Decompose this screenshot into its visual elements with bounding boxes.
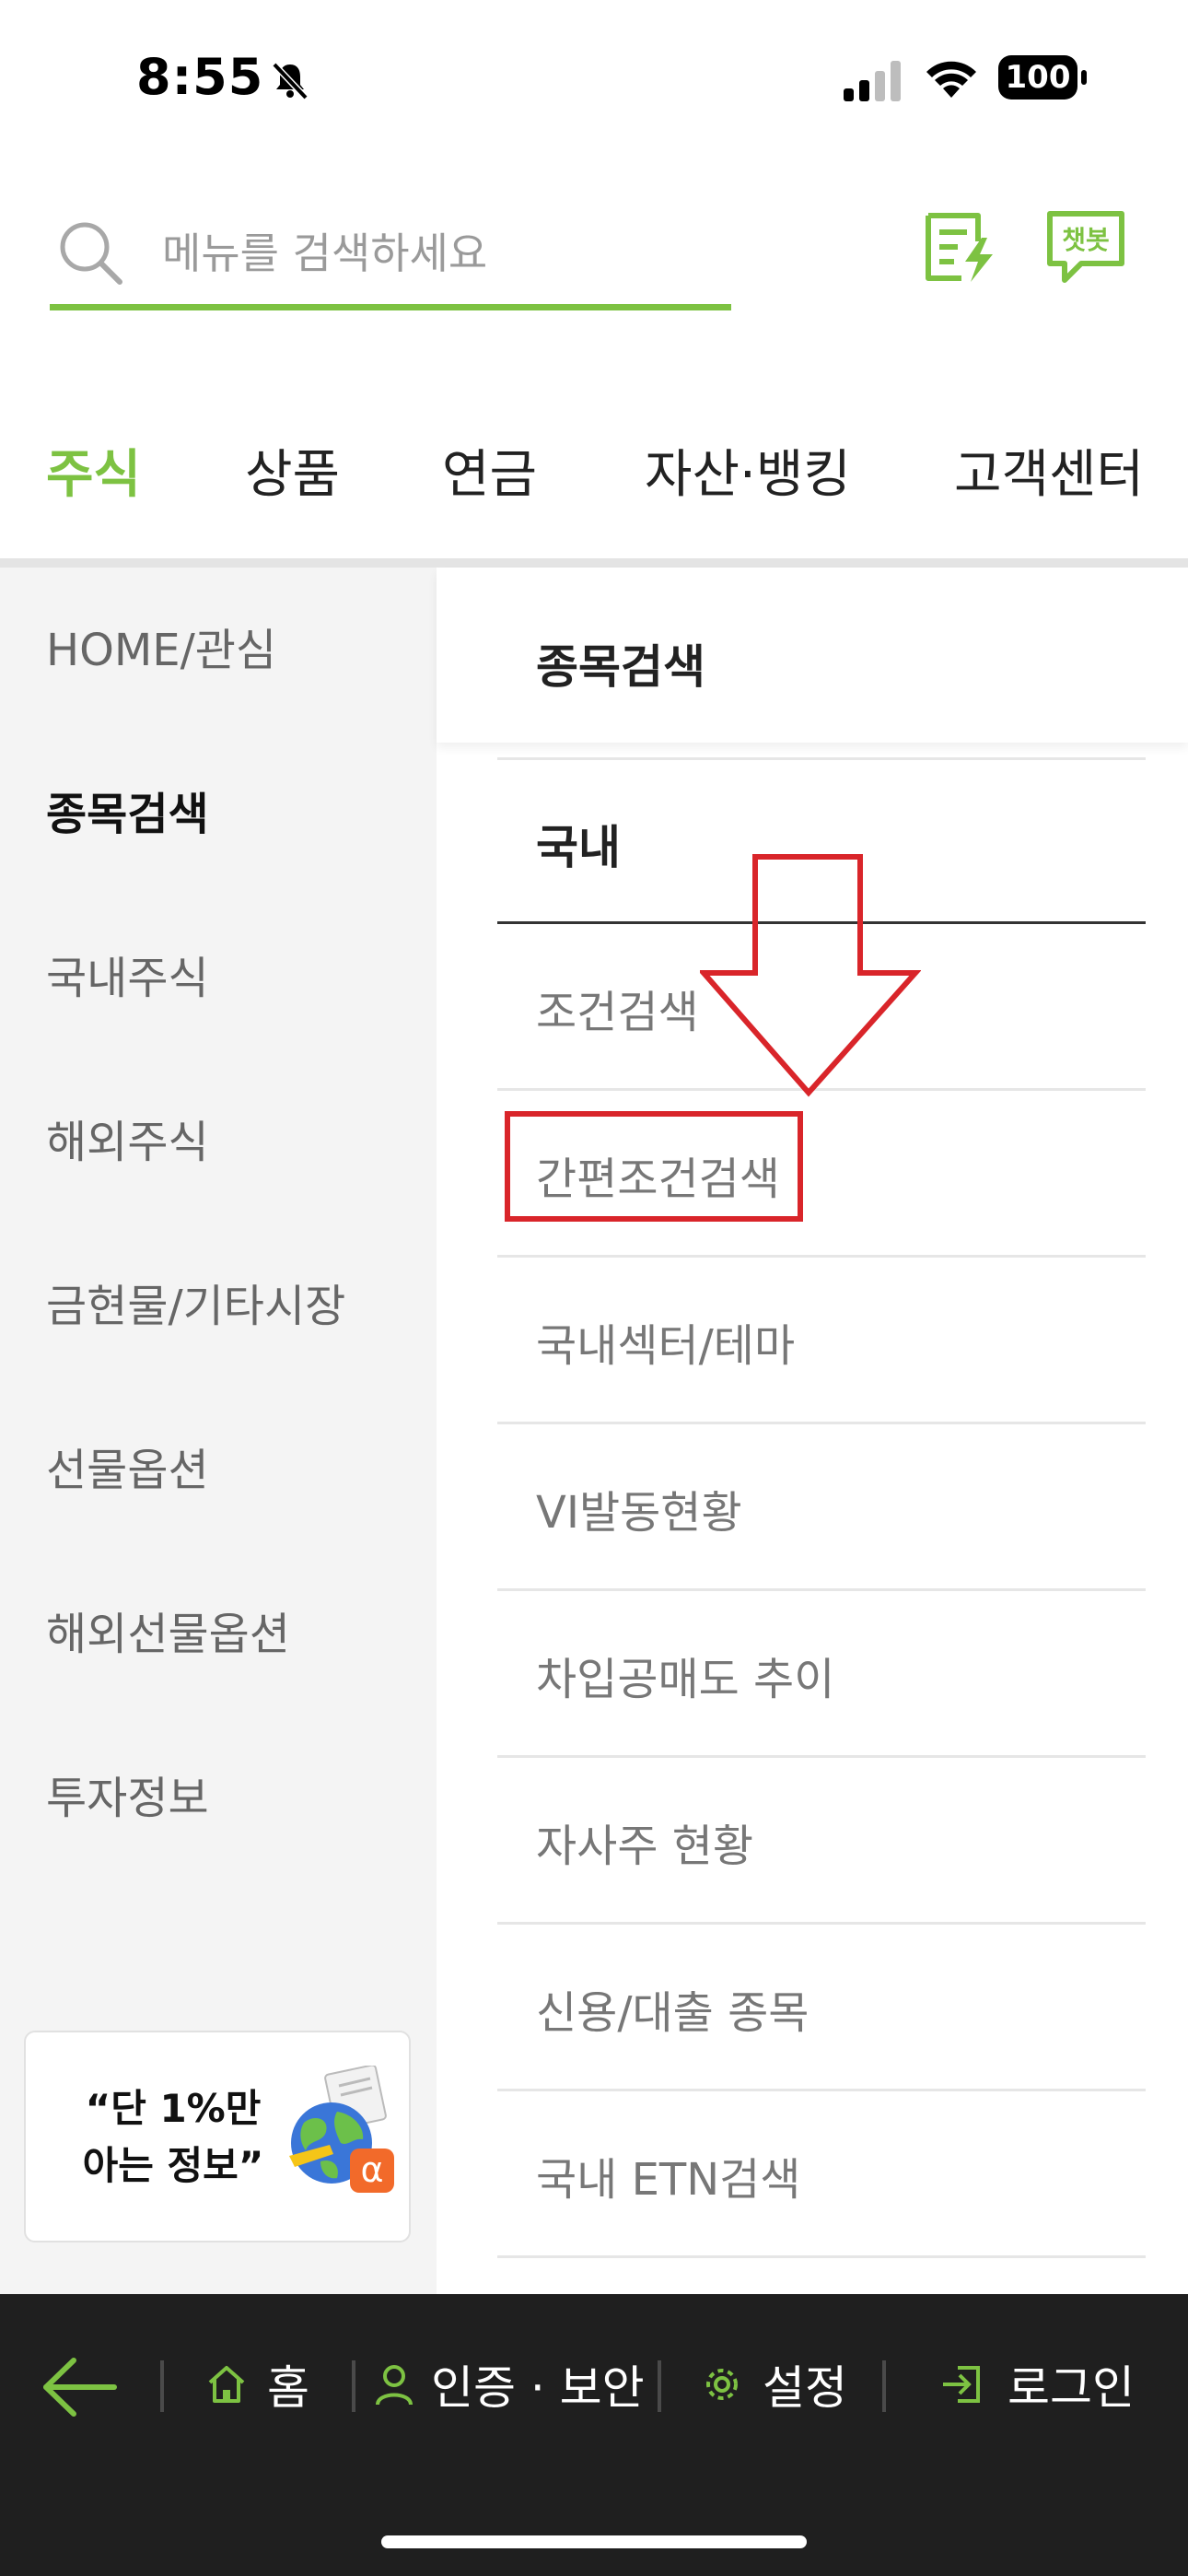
search-underline xyxy=(50,304,731,310)
menu-item-label: 자사주 현황 xyxy=(536,1821,754,1872)
highlight-box xyxy=(505,1111,803,1222)
arrow-down-annotation xyxy=(700,854,921,1097)
section-title: 국내 xyxy=(536,821,621,874)
search-input[interactable] xyxy=(160,214,716,293)
silent-mode-icon xyxy=(272,62,309,100)
status-time: 8:55 xyxy=(136,48,264,106)
nav-login[interactable]: 로그인 xyxy=(939,2348,1142,2421)
search-icon xyxy=(60,222,122,285)
left-menu-item-gold-other[interactable]: 금현물/기타시장 xyxy=(46,1270,345,1334)
status-bar: 8:55 100 xyxy=(0,0,1188,157)
left-menu-item-domestic-stocks[interactable]: 국내주식 xyxy=(46,942,209,1006)
nav-auth-label: 인증 · 보안 xyxy=(431,2361,645,2415)
menu-item-label: 조건검색 xyxy=(536,987,699,1038)
svg-text:α: α xyxy=(360,2149,383,2190)
menu-item-vi-status[interactable]: VI발동현황 xyxy=(497,1424,1146,1591)
tab-pension[interactable]: 연금 xyxy=(442,433,537,508)
home-icon xyxy=(208,2366,245,2403)
nav-auth-security[interactable]: 인증 · 보안 xyxy=(372,2348,648,2421)
nav-login-label: 로그인 xyxy=(1007,2361,1135,2415)
user-icon xyxy=(376,2365,413,2406)
left-menu-item-home[interactable]: HOME/관심 xyxy=(46,614,276,678)
tab-products[interactable]: 상품 xyxy=(245,433,340,508)
globe-alpha-icon: α xyxy=(289,2066,394,2193)
left-menu-item-stock-search[interactable]: 종목검색 xyxy=(46,778,209,842)
battery-icon: 100 xyxy=(998,55,1089,101)
chatbot-label: 챗봇 xyxy=(1062,225,1110,255)
nav-home-label: 홈 xyxy=(267,2361,309,2415)
promo-text: “단 1%만 아는 정보” xyxy=(63,2080,284,2195)
promo-line-2: 아는 정보” xyxy=(82,2143,264,2188)
left-menu-item-overseas-stocks[interactable]: 해외주식 xyxy=(46,1106,209,1170)
panel-title: 종목검색 xyxy=(536,640,705,694)
back-arrow-icon[interactable] xyxy=(41,2355,118,2419)
left-menu-item-futures-options[interactable]: 선물옵션 xyxy=(46,1434,209,1498)
menu-item-label: 차입공매도 추이 xyxy=(536,1654,835,1705)
search-bar[interactable] xyxy=(50,205,731,315)
promo-banner[interactable]: “단 1%만 아는 정보” α xyxy=(24,2031,411,2242)
panel-header: 종목검색 xyxy=(437,568,1188,743)
home-indicator xyxy=(381,2535,807,2548)
left-menu-item-investment-info[interactable]: 투자정보 xyxy=(46,1762,209,1826)
menu-item-credit-loan[interactable]: 신용/대출 종목 xyxy=(497,1925,1146,2091)
nav-home[interactable]: 홈 xyxy=(204,2348,333,2421)
login-icon xyxy=(943,2366,980,2403)
cellular-signal-icon xyxy=(844,61,901,101)
tab-assets-banking[interactable]: 자산·뱅킹 xyxy=(645,433,851,508)
category-tabs: 주식 상품 연금 자산·뱅킹 고객센터 xyxy=(0,433,1188,516)
nav-settings[interactable]: 설정 xyxy=(700,2348,866,2421)
menu-item-etn-search[interactable]: 국내 ETN검색 xyxy=(497,2091,1146,2258)
gear-icon xyxy=(706,2369,738,2400)
menu-item-sector-theme[interactable]: 국내섹터/테마 xyxy=(497,1258,1146,1424)
left-menu-item-overseas-futures[interactable]: 해외선물옵션 xyxy=(46,1598,290,1662)
menu-item-label: 국내섹터/테마 xyxy=(536,1320,796,1372)
promo-line-1: “단 1%만 xyxy=(85,2086,262,2131)
chatbot-button[interactable]: 챗봇 xyxy=(1044,208,1127,286)
menu-item-short-selling[interactable]: 차입공매도 추이 xyxy=(497,1591,1146,1758)
menu-item-label: 국내 ETN검색 xyxy=(536,2154,801,2206)
tabs-divider xyxy=(0,558,1188,568)
tab-stocks[interactable]: 주식 xyxy=(46,433,141,508)
tab-customer-center[interactable]: 고객센터 xyxy=(954,433,1144,508)
quick-memo-icon[interactable] xyxy=(921,208,998,286)
bottom-nav-bar: 홈 인증 · 보안 설정 로그인 xyxy=(0,2294,1188,2576)
wifi-icon xyxy=(926,61,976,98)
menu-item-label: 신용/대출 종목 xyxy=(536,1987,809,2039)
battery-level: 100 xyxy=(998,55,1077,100)
nav-settings-label: 설정 xyxy=(763,2361,847,2415)
panel-divider xyxy=(497,757,1146,760)
menu-item-treasury-stock[interactable]: 자사주 현황 xyxy=(497,1758,1146,1925)
menu-item-label: VI발동현황 xyxy=(536,1487,742,1539)
